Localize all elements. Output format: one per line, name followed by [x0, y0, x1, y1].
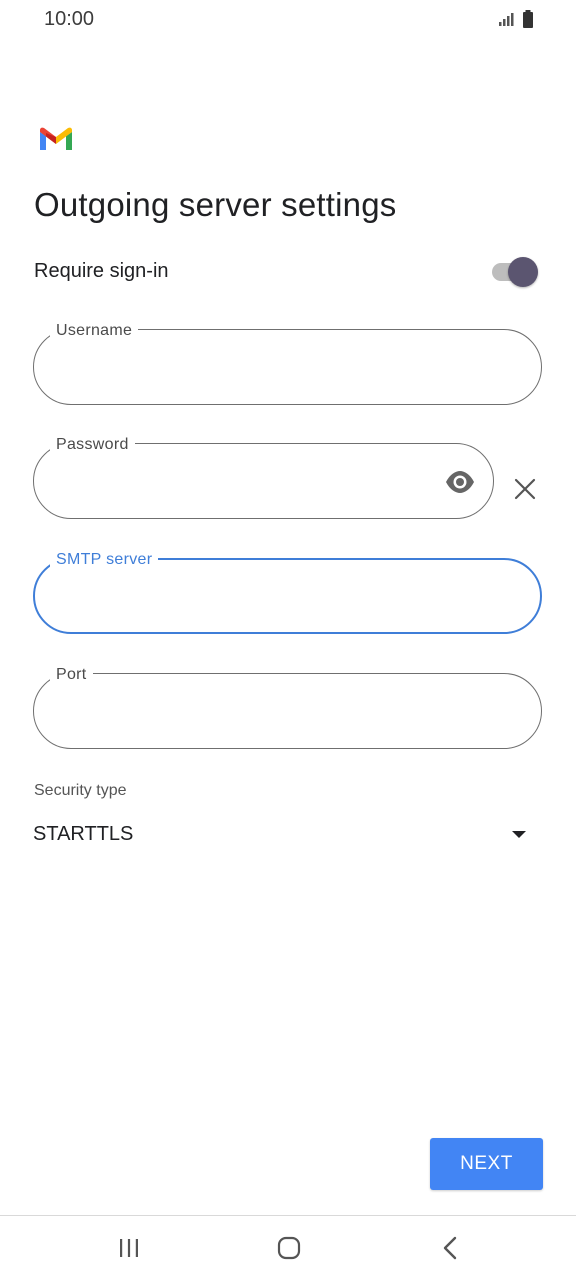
require-signin-label: Require sign-in [34, 260, 169, 282]
security-type-label: Security type [34, 782, 127, 799]
recents-icon[interactable] [118, 1238, 140, 1258]
dropdown-arrow-icon [512, 830, 526, 838]
security-type-value: STARTTLS [33, 822, 134, 845]
smtp-server-label: SMTP server [50, 551, 159, 569]
username-label: Username [50, 322, 139, 340]
signal-icon [499, 13, 514, 26]
eye-icon[interactable] [444, 468, 476, 496]
password-field[interactable] [33, 443, 494, 519]
require-signin-toggle-thumb[interactable] [508, 257, 538, 287]
battery-icon [523, 10, 533, 28]
status-time: 10:00 [44, 8, 95, 30]
page-title: Outgoing server settings [34, 186, 397, 223]
port-input[interactable] [34, 674, 541, 748]
security-type-select[interactable]: STARTTLS [33, 814, 542, 854]
home-icon[interactable] [277, 1236, 301, 1260]
port-label: Port [50, 666, 93, 684]
back-icon[interactable] [441, 1236, 459, 1260]
smtp-server-field[interactable] [33, 558, 542, 634]
smtp-server-input[interactable] [35, 560, 540, 632]
password-label: Password [50, 436, 135, 454]
port-field[interactable] [33, 673, 542, 749]
next-button[interactable]: NEXT [430, 1138, 543, 1190]
close-icon[interactable] [512, 476, 538, 502]
password-input[interactable] [34, 444, 493, 518]
status-icons [498, 8, 534, 30]
gmail-logo [40, 127, 72, 150]
username-field[interactable] [33, 329, 542, 405]
username-input[interactable] [34, 330, 541, 404]
